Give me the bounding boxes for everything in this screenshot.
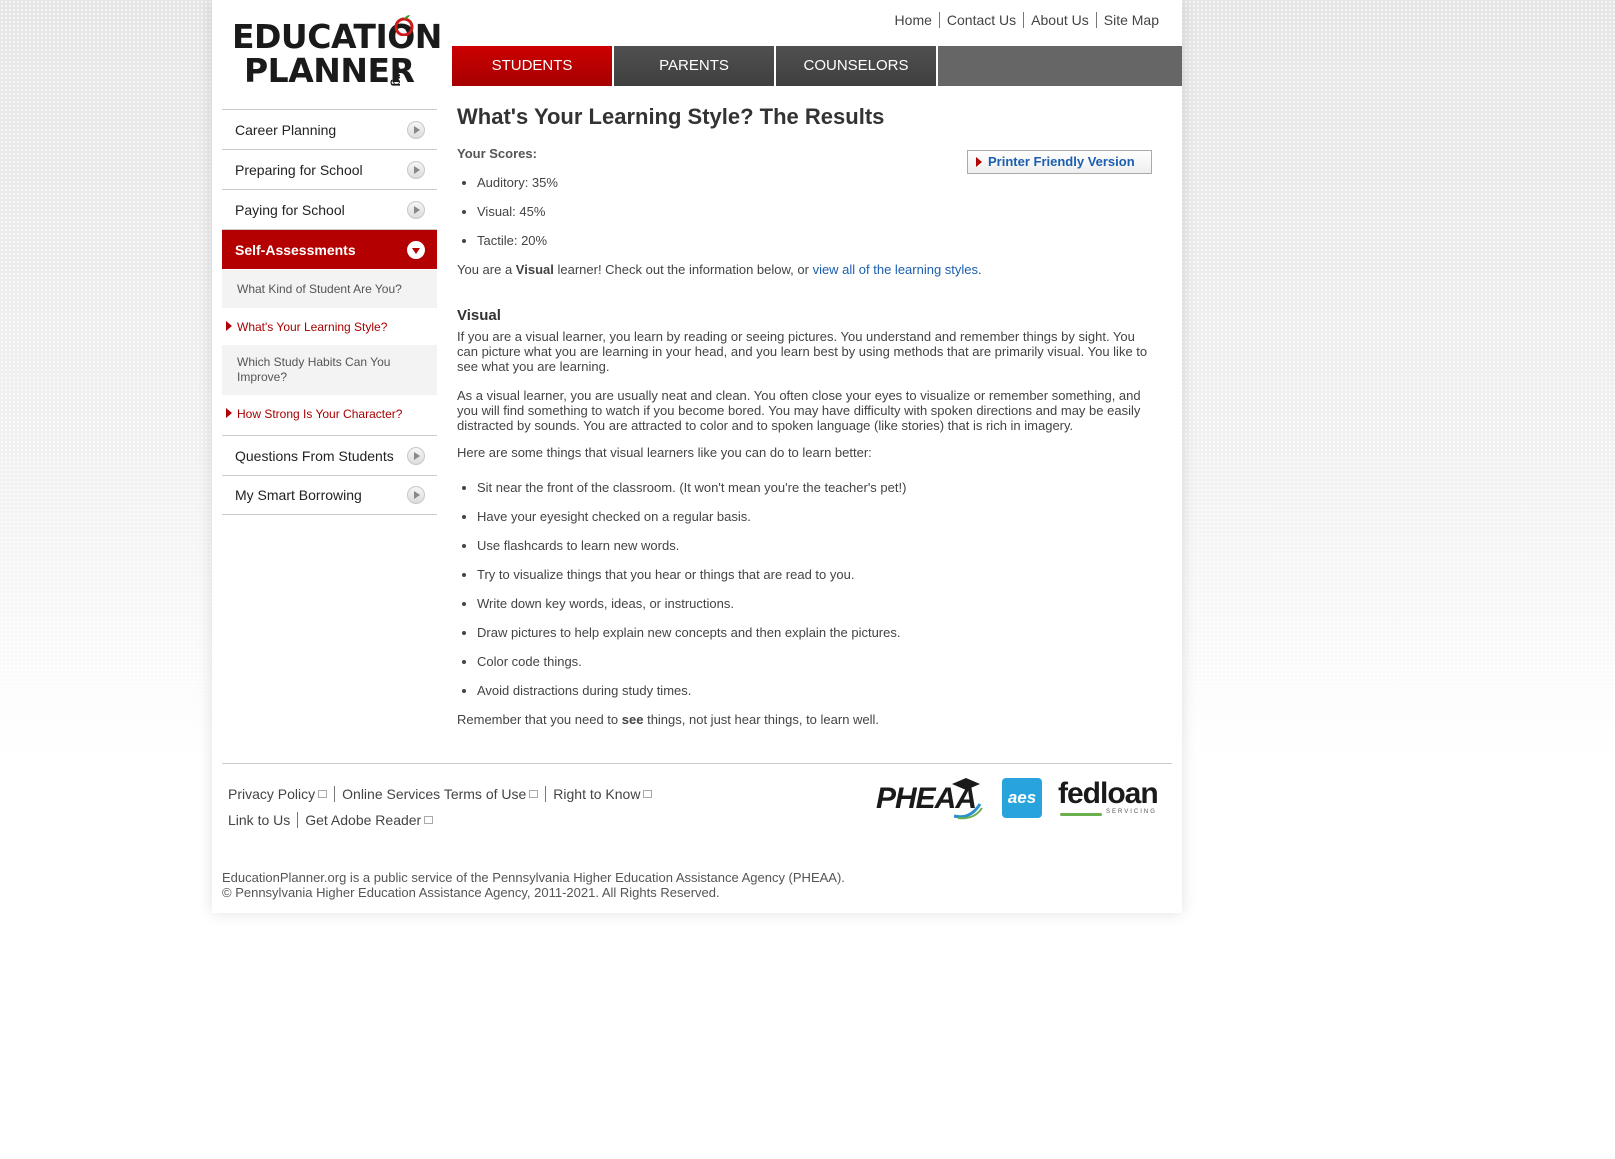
footer-links: Privacy Policy Online Services Terms of … [228,781,659,833]
closing-text: Remember that you need to [457,712,622,727]
privacy-policy-link[interactable]: Privacy Policy [228,786,334,802]
chevron-right-icon [407,446,425,465]
list-item: Color code things. [477,654,1157,670]
chevron-down-icon [407,240,425,259]
site-logo[interactable]: EDUCATION PLANNER .org [232,15,442,90]
chevron-right-icon [407,486,425,504]
tips-list: Sit near the front of the classroom. (It… [457,480,1157,699]
link-label: Link to Us [228,812,291,828]
result-statement: You are a Visual learner! Check out the … [457,262,1157,277]
nav-home-link[interactable]: Home [888,12,939,28]
sidebar-item-questions-from-students[interactable]: Questions From Students [222,435,437,475]
section-title: Visual [457,307,501,324]
closing-statement: Remember that you need to see things, no… [457,712,1157,727]
utility-nav: Home Contact Us About Us Site Map [888,12,1166,28]
logo-text-line2: PLANNER [244,51,415,90]
aes-logo[interactable]: aes [1002,778,1042,818]
fedloan-logo[interactable]: fedloan SERVICING [1058,777,1166,819]
link-label: Online Services Terms of Use [342,786,527,802]
chevron-right-icon [407,160,425,179]
result-text: . [978,262,982,277]
fedloan-swoosh [1060,813,1102,816]
page-title: What's Your Learning Style? The Results [457,104,885,129]
result-text: You are a [457,262,516,277]
list-item: Tactile: 20% [477,233,1157,249]
paragraph: Here are some things that visual learner… [457,445,872,460]
sidebar-subitem-study-habits[interactable]: Which Study Habits Can You Improve? [222,345,437,395]
external-link-icon [424,816,434,824]
partner-logos: PHEAA aes fedloan SERVICING [876,776,1166,820]
graduation-cap-icon [952,778,983,820]
adobe-reader-link[interactable]: Get Adobe Reader [297,812,440,828]
link-label: Get Adobe Reader [305,812,422,828]
tab-counselors[interactable]: COUNSELORS [776,46,938,86]
scores-list: Auditory: 35% Visual: 45% Tactile: 20% [457,175,1157,249]
page-container: EDUCATION PLANNER .org Home Contact Us A… [212,0,1182,913]
list-item: Try to visualize things that you hear or… [477,567,1157,583]
nav-contact-link[interactable]: Contact Us [938,12,1023,28]
copyright-line: EducationPlanner.org is a public service… [222,870,845,885]
external-link-icon [529,790,539,798]
external-link-icon [643,790,653,798]
sidebar-item-preparing-for-school[interactable]: Preparing for School [222,149,437,189]
terms-of-use-link[interactable]: Online Services Terms of Use [334,786,545,802]
chevron-right-icon [407,200,425,219]
list-item: Write down key words, ideas, or instruct… [477,596,1157,612]
sidebar-item-label: Paying for School [235,201,345,218]
paragraph: As a visual learner, you are usually nea… [457,388,1141,433]
sidebar-item-label: Preparing for School [235,161,363,178]
sidebar-item-label: Career Planning [235,121,337,138]
list-item: Auditory: 35% [477,175,1157,191]
link-label: Privacy Policy [228,786,316,802]
sidebar-item-my-smart-borrowing[interactable]: My Smart Borrowing [222,475,437,515]
sidebar-item-label: My Smart Borrowing [235,487,362,503]
main-tabs: STUDENTS PARENTS COUNSELORS [452,46,1182,86]
list-item: Sit near the front of the classroom. (It… [477,480,1157,496]
sidebar-item-label: Questions From Students [235,447,394,464]
nav-about-link[interactable]: About Us [1023,12,1096,28]
link-label: Right to Know [553,786,641,802]
copyright: EducationPlanner.org is a public service… [222,870,845,900]
printer-friendly-button[interactable]: Printer Friendly Version [967,150,1152,174]
sidebar: Career Planning Preparing for School Pay… [222,109,437,515]
sidebar-item-label: Self-Assessments [235,241,356,258]
closing-emphasis: see [621,712,644,727]
tab-students[interactable]: STUDENTS [452,46,614,86]
footer-divider [222,763,1172,764]
list-item: Visual: 45% [477,204,1157,220]
fedloan-logo-text: fedloan [1058,777,1159,810]
list-item: Have your eyesight checked on a regular … [477,509,1157,525]
right-to-know-link[interactable]: Right to Know [545,786,659,802]
copyright-line: © Pennsylvania Higher Education Assistan… [222,885,720,900]
pheaa-logo[interactable]: PHEAA [876,776,986,820]
sidebar-subitem-learning-style[interactable]: What's Your Learning Style? [222,308,437,345]
list-item: Avoid distractions during study times. [477,683,1157,699]
nav-sitemap-link[interactable]: Site Map [1095,12,1166,28]
view-all-styles-link[interactable]: view all of the learning styles [813,262,978,277]
external-link-icon [318,790,328,798]
sidebar-item-self-assessments[interactable]: Self-Assessments [222,229,437,269]
logo-suffix: .org [390,62,405,87]
main-content: What's Your Learning Style? The Results … [457,104,1157,739]
list-item: Use flashcards to learn new words. [477,538,1157,554]
result-style: Visual [515,262,554,277]
tab-parents[interactable]: PARENTS [614,46,776,86]
sidebar-item-paying-for-school[interactable]: Paying for School [222,189,437,229]
result-text: learner! Check out the information below… [553,262,813,277]
sidebar-subitem-character[interactable]: How Strong Is Your Character? [222,395,437,435]
link-to-us-link[interactable]: Link to Us [228,812,297,828]
apple-icon [394,15,414,36]
closing-text: things, not just hear things, to learn w… [643,712,880,727]
chevron-right-icon [407,120,425,139]
paragraph: If you are a visual learner, you learn b… [457,329,1148,374]
fedloan-logo-subtext: SERVICING [1106,809,1157,815]
sidebar-subitem-student-type[interactable]: What Kind of Student Are You? [222,270,437,308]
list-item: Draw pictures to help explain new concep… [477,625,1157,641]
sidebar-item-career-planning[interactable]: Career Planning [222,109,437,149]
